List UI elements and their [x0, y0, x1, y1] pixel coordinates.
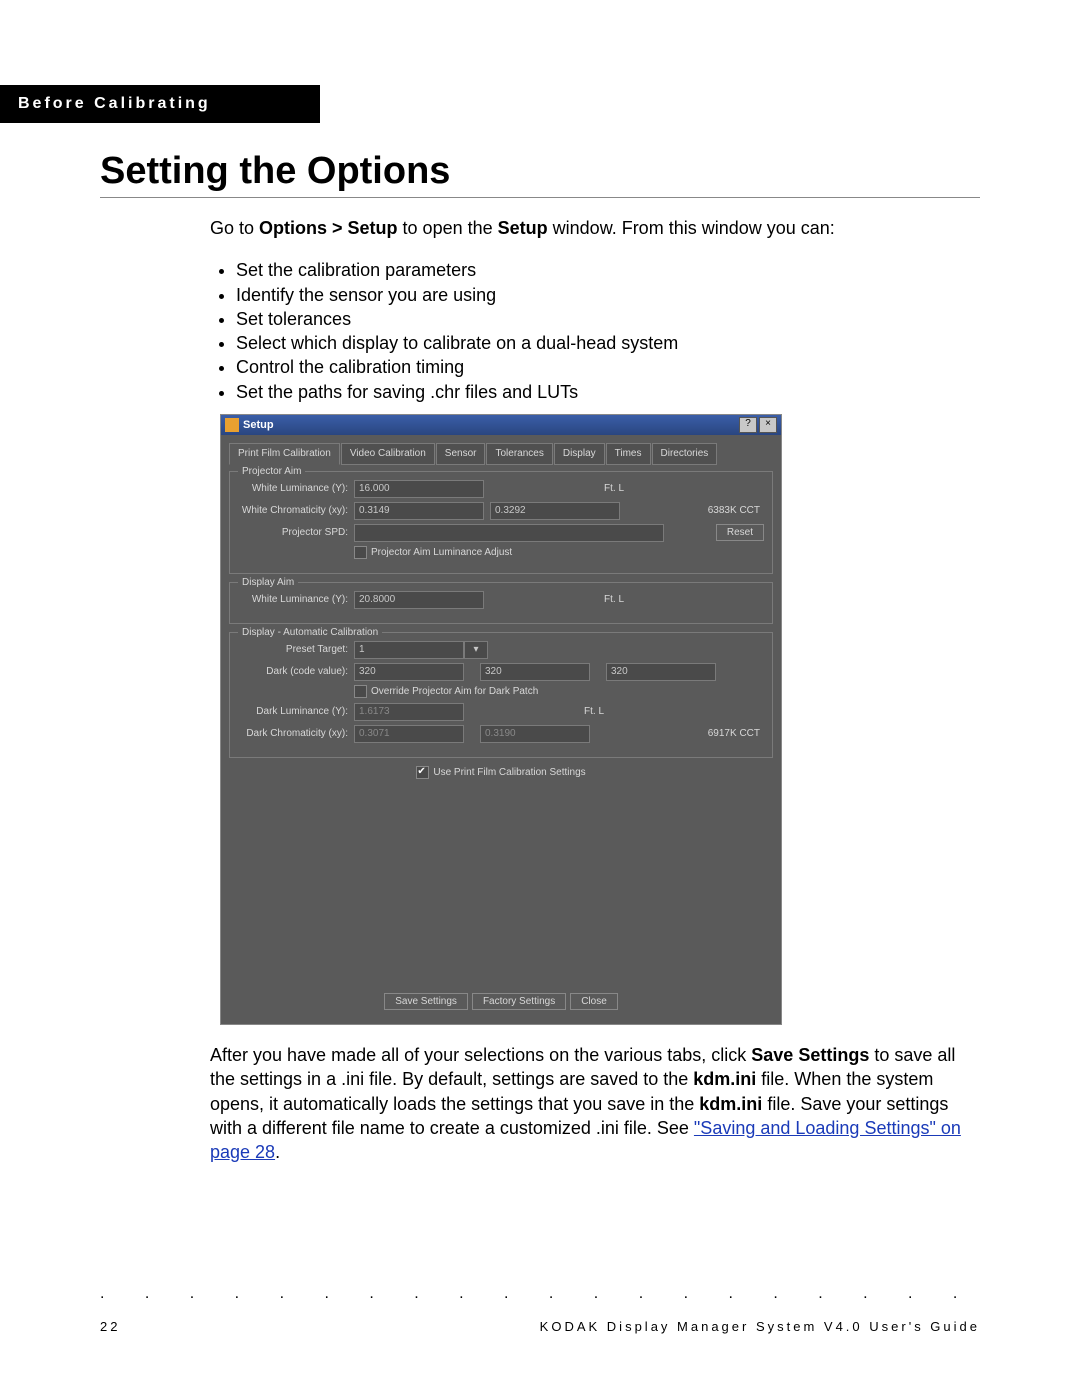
dark-lum-label: Dark Luminance (Y):	[238, 705, 354, 719]
dark-cct: 6917K CCT	[708, 727, 764, 741]
white-chrom-y[interactable]: 0.3292	[490, 502, 620, 520]
dark-chrom-y: 0.3190	[480, 725, 590, 743]
spd-label: Projector SPD:	[238, 526, 354, 540]
dark-b-input[interactable]: 320	[606, 663, 716, 681]
app-icon	[225, 418, 239, 432]
tab-print-film[interactable]: Print Film Calibration	[229, 443, 340, 465]
tab-tolerances[interactable]: Tolerances	[486, 443, 552, 465]
dark-label: Dark (code value):	[238, 665, 354, 679]
close-button[interactable]: Close	[570, 993, 618, 1010]
unit-ftl: Ft. L	[604, 482, 624, 496]
override-label: Override Projector Aim for Dark Patch	[371, 685, 538, 699]
tab-display[interactable]: Display	[554, 443, 605, 465]
list-item: Set tolerances	[236, 307, 980, 331]
list-item: Select which display to calibrate on a d…	[236, 331, 980, 355]
page-title: Setting the Options	[100, 150, 980, 198]
closing-paragraph: After you have made all of your selectio…	[210, 1043, 980, 1164]
section-header: Before Calibrating	[0, 85, 320, 123]
override-checkbox[interactable]	[354, 685, 367, 698]
dark-lum-input: 1.6173	[354, 703, 464, 721]
white-chrom-label: White Chromaticity (xy):	[238, 504, 354, 518]
list-item: Set the paths for saving .chr files and …	[236, 380, 980, 404]
spd-input[interactable]	[354, 524, 664, 542]
dark-chrom-x: 0.3071	[354, 725, 464, 743]
luminance-adjust-label: Projector Aim Luminance Adjust	[371, 546, 512, 560]
setup-window: Setup ? × Print Film Calibration Video C…	[220, 414, 782, 1025]
feature-list: Set the calibration parameters Identify …	[210, 258, 980, 404]
list-item: Set the calibration parameters	[236, 258, 980, 282]
list-item: Identify the sensor you are using	[236, 283, 980, 307]
window-title: Setup	[243, 418, 737, 433]
projector-aim-group: Projector Aim White Luminance (Y): 16.00…	[229, 471, 773, 575]
footer-title: KODAK Display Manager System V4.0 User's…	[540, 1319, 980, 1334]
tab-times[interactable]: Times	[606, 443, 651, 465]
tab-directories[interactable]: Directories	[652, 443, 718, 465]
list-item: Control the calibration timing	[236, 355, 980, 379]
unit-ftl: Ft. L	[604, 593, 624, 607]
white-chrom-x[interactable]: 0.3149	[354, 502, 484, 520]
white-lum-label: White Luminance (Y):	[238, 482, 354, 496]
save-settings-button[interactable]: Save Settings	[384, 993, 468, 1010]
unit-ftl: Ft. L	[584, 705, 604, 719]
disp-white-lum-label: White Luminance (Y):	[238, 593, 354, 607]
page-number: 22	[100, 1319, 120, 1334]
intro-paragraph: Go to Options > Setup to open the Setup …	[210, 216, 980, 240]
use-print-film-checkbox[interactable]	[416, 766, 429, 779]
white-cct: 6383K CCT	[708, 504, 764, 518]
help-button[interactable]: ?	[739, 417, 757, 433]
window-titlebar: Setup ? ×	[221, 415, 781, 435]
preset-label: Preset Target:	[238, 643, 354, 657]
use-print-film-label: Use Print Film Calibration Settings	[433, 766, 585, 780]
luminance-adjust-checkbox[interactable]	[354, 546, 367, 559]
preset-select[interactable]: 1	[354, 641, 464, 659]
close-icon[interactable]: ×	[759, 417, 777, 433]
dark-r-input[interactable]: 320	[354, 663, 464, 681]
separator-dots: . . . . . . . . . . . . . . . . . . . . …	[100, 1285, 980, 1303]
factory-settings-button[interactable]: Factory Settings	[472, 993, 566, 1010]
tab-sensor[interactable]: Sensor	[436, 443, 486, 465]
tab-video[interactable]: Video Calibration	[341, 443, 435, 465]
disp-white-lum-input[interactable]: 20.8000	[354, 591, 484, 609]
reset-button[interactable]: Reset	[716, 524, 764, 541]
dropdown-icon[interactable]: ▾	[464, 641, 488, 659]
display-aim-group: Display Aim White Luminance (Y): 20.8000…	[229, 582, 773, 624]
dark-chrom-label: Dark Chromaticity (xy):	[238, 727, 354, 741]
white-lum-input[interactable]: 16.000	[354, 480, 484, 498]
auto-cal-group: Display - Automatic Calibration Preset T…	[229, 632, 773, 758]
dark-g-input[interactable]: 320	[480, 663, 590, 681]
tab-bar: Print Film Calibration Video Calibration…	[229, 443, 773, 465]
